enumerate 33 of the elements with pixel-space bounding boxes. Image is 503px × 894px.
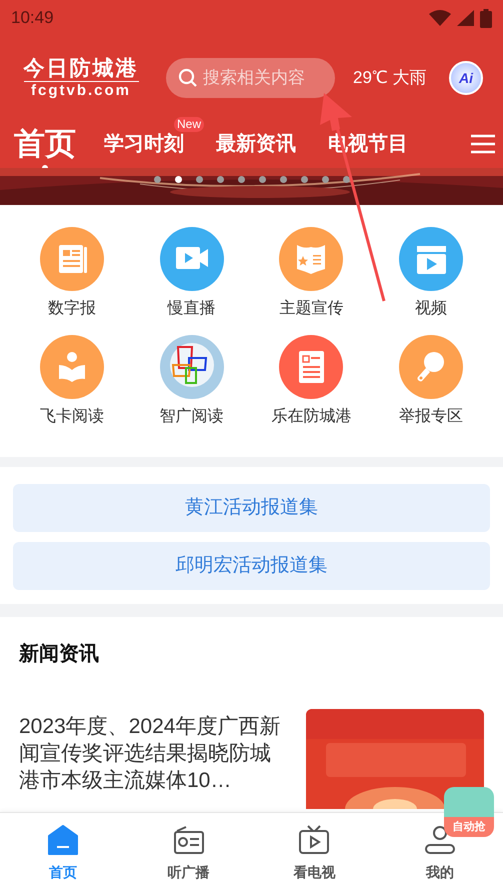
weather-text: 29℃ 大雨 <box>353 67 427 90</box>
radio-icon <box>172 824 205 856</box>
status-time: 10:49 <box>11 7 54 30</box>
wifi-icon <box>429 10 451 26</box>
category-tab[interactable]: 最新资讯 <box>216 129 296 159</box>
shortcut-button[interactable]: 数字报 <box>12 227 132 321</box>
battery-icon <box>480 8 492 28</box>
search-field[interactable]: 搜索相关内容 <box>166 58 335 98</box>
search-icon <box>178 68 198 88</box>
category-tab[interactable]: 学习时刻 <box>104 129 184 159</box>
shortcut-button[interactable]: 举报专区 <box>371 335 491 429</box>
home-icon <box>46 824 79 856</box>
menu-icon[interactable] <box>471 134 495 154</box>
nav-tab[interactable]: 看电视 <box>252 813 378 894</box>
shortcut-button[interactable]: 慢直播 <box>132 227 252 321</box>
section-heading: 新闻资讯 <box>18 642 100 667</box>
report-collection-button[interactable]: 邱明宏活动报道集 <box>13 542 490 590</box>
shortcut-button[interactable]: 智广阅读 <box>132 335 252 429</box>
logo-subtitle: fcgtvb.com <box>30 82 131 100</box>
signal-icon <box>457 10 474 26</box>
category-tab[interactable]: 首页 <box>14 120 76 168</box>
tv-icon <box>298 824 330 856</box>
news-title: 2023年度、2024年度广西新闻宣传奖评选结果揭晓防城港市本级主流媒体10… <box>19 714 282 794</box>
shortcut-button[interactable]: 主题宣传 <box>252 227 372 321</box>
nav-tab[interactable]: 首页 <box>0 813 126 894</box>
logo-title: 今日防城港 <box>24 56 138 82</box>
shortcut-button[interactable]: 乐在防城港 <box>252 335 372 429</box>
nav-tab[interactable]: 听广播 <box>126 813 252 894</box>
new-badge: New <box>174 117 204 132</box>
shortcut-button[interactable]: 视频 <box>371 227 491 321</box>
ai-button[interactable]: Ai <box>449 61 483 95</box>
report-collection-button[interactable]: 黄江活动报道集 <box>13 484 490 532</box>
shortcut-button[interactable]: 飞卡阅读 <box>12 335 132 429</box>
